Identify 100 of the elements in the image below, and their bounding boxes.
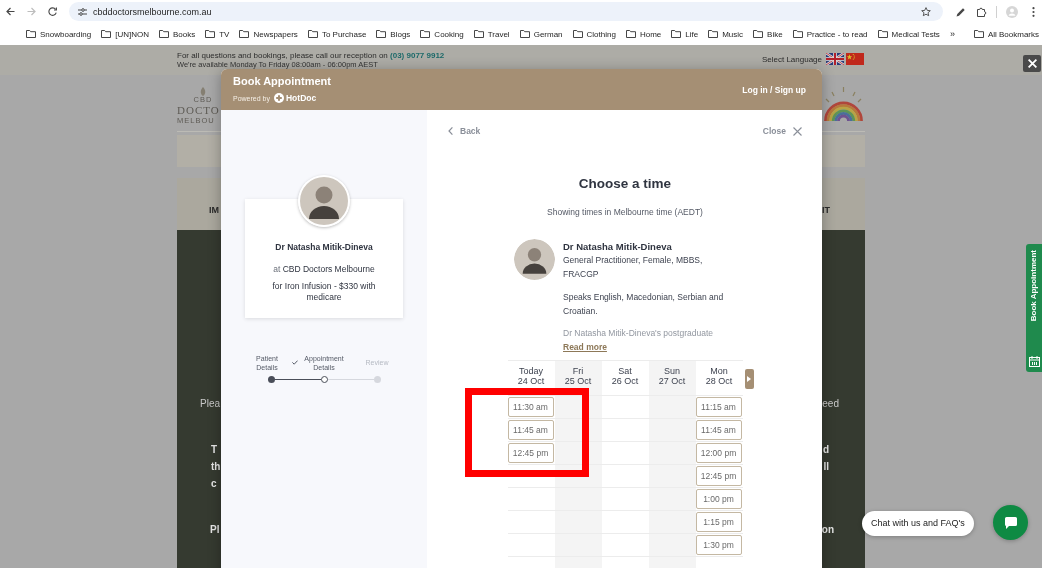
time-slot-button[interactable]: 12:45 pm — [695, 466, 742, 486]
bookmark-folder[interactable]: Music — [708, 29, 744, 39]
doctor-name: Dr Natasha Mitik-Dineva — [563, 241, 672, 253]
language-label: Select Language — [761, 54, 822, 64]
day-date: 28 Oct — [705, 376, 733, 386]
book-appointment-tab[interactable]: Book Appointment — [1026, 244, 1042, 372]
pen-icon[interactable] — [956, 6, 966, 17]
hero-text: eed — [822, 397, 839, 411]
folder-icon — [205, 30, 216, 38]
folder-icon — [753, 30, 764, 38]
day-date: 24 Oct — [517, 376, 545, 386]
logo-text: DOCTO — [177, 104, 220, 116]
time-slot-button[interactable]: 12:45 pm — [507, 443, 554, 463]
time-slot-button[interactable]: 1:00 pm — [695, 489, 742, 509]
contact-text: For all questions and bookings, please call our reception on (03) 9077 9912 — [177, 51, 445, 61]
hero-text: c — [211, 477, 217, 491]
time-slot-button[interactable]: 11:45 am — [507, 420, 554, 440]
languages-text: Speaks English, Macedonian, Serbian and Croatian. — [563, 291, 725, 318]
folder-icon — [420, 30, 431, 38]
bookmark-folder[interactable]: Home — [625, 29, 662, 39]
folder-icon — [671, 30, 682, 38]
bookmark-folder[interactable]: Newspapers — [239, 29, 298, 39]
bookmark-folder[interactable]: Cooking — [420, 29, 464, 39]
uk-flag-icon[interactable] — [826, 53, 844, 65]
day-date: 27 Oct — [658, 376, 686, 386]
leaf-icon — [199, 87, 207, 96]
star-icon[interactable] — [921, 6, 931, 17]
folder-icon — [239, 30, 250, 38]
chat-button[interactable] — [993, 505, 1028, 540]
back-arrow-icon[interactable] — [6, 7, 15, 16]
nav-link[interactable]: IM — [209, 205, 219, 230]
time-slot-button[interactable]: 11:45 am — [695, 420, 742, 440]
address-bar[interactable]: cbddoctorsmelbourne.com.au — [69, 2, 943, 21]
folder-icon — [376, 30, 387, 38]
next-week-button[interactable] — [744, 369, 754, 389]
day-date: 26 Oct — [611, 376, 639, 386]
time-slot-button[interactable]: 11:15 am — [695, 397, 742, 417]
folder-icon — [101, 30, 112, 38]
tune-icon[interactable] — [78, 7, 87, 16]
hero-text: d — [822, 443, 829, 457]
folder-icon — [877, 30, 888, 38]
folder-icon — [572, 30, 583, 38]
bookmark-folder[interactable]: TV — [205, 29, 230, 39]
folder-icon — [158, 30, 169, 38]
clinic-text: at CBD Doctors Melbourne — [273, 263, 375, 275]
more-icon[interactable] — [1032, 6, 1035, 17]
bookmark-folder[interactable]: German — [519, 29, 563, 39]
calendar-icon — [1028, 356, 1040, 367]
hero-text: ll — [823, 460, 829, 474]
triangle-right-icon — [747, 376, 751, 382]
credentials-text: General Practitioner, Female, MBBS, FRACGP — [563, 254, 704, 281]
folder-icon — [973, 30, 984, 38]
time-slot-button[interactable]: 12:00 pm — [695, 443, 742, 463]
bookmark-folder[interactable]: All Bookmarks — [973, 29, 1039, 39]
bookmark-folder[interactable]: To Purchase — [307, 29, 367, 39]
bookmark-folder[interactable]: Snowboarding — [26, 29, 92, 39]
nav-link[interactable]: IT — [822, 205, 830, 230]
chat-prompt[interactable]: Chat with us and FAQ's — [862, 511, 974, 536]
time-slot-button[interactable]: 1:30 pm — [695, 535, 742, 555]
bookmark-folder[interactable]: Blogs — [376, 29, 411, 39]
time-slot-button[interactable]: 11:30 am — [507, 397, 554, 417]
folder-icon — [519, 30, 530, 38]
close-icon — [1027, 59, 1037, 68]
folder-icon — [307, 30, 318, 38]
plus-circle-icon — [273, 93, 284, 103]
folder-icon — [625, 30, 636, 38]
folder-icon — [473, 30, 484, 38]
modal-title: Book Appointment — [233, 74, 331, 88]
day-name: Mon — [710, 366, 728, 376]
doctor-name: Dr Natasha Mitik-Dineva — [275, 242, 373, 253]
puzzle-icon[interactable] — [977, 6, 987, 17]
brand-name: HotDoc — [285, 93, 317, 103]
chevron-left-icon — [448, 127, 453, 135]
folder-icon — [792, 30, 803, 38]
service-text: for Iron Infusion - $330 with medicare — [271, 281, 377, 303]
reload-icon[interactable] — [48, 7, 57, 16]
close-icon — [793, 126, 802, 136]
bookmark-folder[interactable]: Bike — [753, 29, 783, 39]
chat-bubble-icon — [1004, 516, 1017, 529]
bookmark-folder[interactable]: Medical Tests — [877, 29, 940, 39]
bookmark-folder[interactable]: [UN]NON — [101, 29, 149, 39]
bookmark-folder[interactable]: Life — [671, 29, 699, 39]
bookmark-folder[interactable]: Books — [158, 29, 196, 39]
day-date: 25 Oct — [564, 376, 592, 386]
close-button[interactable] — [1023, 55, 1041, 72]
bookmark-folder[interactable]: Clothing — [572, 29, 616, 39]
day-name: Fri — [572, 366, 584, 376]
rainbow-icon — [822, 87, 865, 121]
hero-text: on — [821, 523, 834, 537]
more-bookmarks-button[interactable]: » — [949, 29, 955, 39]
bookmark-folder[interactable]: Travel — [473, 29, 510, 39]
bio-text: Dr Natasha Mitik-Dineva's postgraduate — [563, 327, 713, 340]
day-name: Sat — [618, 366, 632, 376]
bookmark-folder[interactable]: Practice - to read — [792, 29, 868, 39]
day-name: Sun — [664, 366, 680, 376]
time-slot-button[interactable]: 1:15 pm — [695, 512, 742, 532]
read-more-link[interactable]: Read more — [563, 340, 607, 354]
day-name: Today — [519, 366, 543, 376]
timezone-note: Showing times in Melbourne time (AEDT) — [547, 206, 703, 218]
hero-text: Plea — [200, 397, 220, 411]
